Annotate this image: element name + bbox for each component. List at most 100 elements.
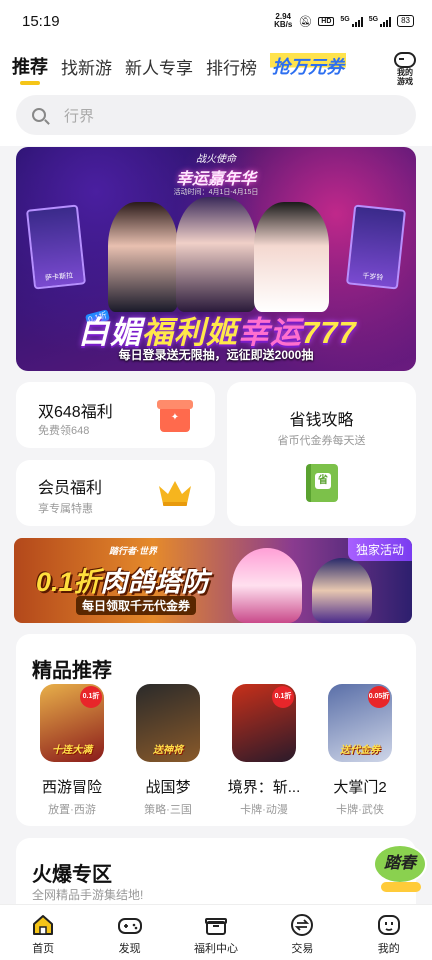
top-tabs: 推荐 找新游 新人专享 排行榜 抢万元券 我的 游戏 (0, 42, 432, 90)
tab-ranking[interactable]: 排行榜 (206, 54, 257, 79)
home-icon (3, 913, 83, 937)
featured-heading: 精品推荐 (32, 660, 112, 682)
gamepad-icon (90, 913, 170, 937)
my-games-label-2: 游戏 (397, 77, 413, 86)
hd-icon: HD (318, 16, 335, 26)
ad-title-a: 0.1折 (36, 567, 101, 597)
game-name: 大掌门2 (333, 779, 387, 796)
ad-character-1 (232, 548, 302, 623)
my-games-label-1: 我的 (397, 68, 413, 77)
game-category: 放置·西游 (48, 804, 96, 816)
spring-float-button[interactable]: 踏春 (373, 844, 429, 892)
ad-title-b: 肉鸽塔防 (100, 567, 209, 597)
book-glyph: 省 (315, 473, 331, 489)
tile-double648[interactable]: 双648福利 免费领648 (16, 382, 215, 448)
book-icon: 省 (306, 464, 338, 502)
banner-character-3 (254, 202, 329, 312)
banner-caption: 每日登录送无限抽，远征即送2000抽 (118, 348, 314, 362)
game-discount-tag: 0.1折 (272, 686, 294, 708)
tile-saving-title: 省钱攻略 (289, 412, 354, 429)
ad-character-2 (312, 558, 372, 623)
game-item[interactable]: 0.1折 境界：斩... 卡牌·动漫 (224, 684, 304, 817)
hot-heading: 火爆专区 (32, 864, 112, 886)
profile-icon (349, 913, 429, 937)
tabbar-me-label: 我的 (377, 943, 400, 955)
game-icon: 送神将 (136, 684, 200, 762)
status-bar: 15:19 2.94 KB/s 🔕︎ HD 5G 5G 83 (0, 0, 432, 42)
game-item[interactable]: 0.1折 十连大满 西游冒险 放置·西游 (32, 684, 112, 817)
game-discount-tag: 0.05折 (368, 686, 390, 708)
game-band: 十连大满 (52, 745, 92, 756)
tile-saving-guide[interactable]: 省钱攻略 省币代金券每天送 省 (227, 382, 416, 526)
tile-member[interactable]: 会员福利 享专属特惠 (16, 460, 215, 526)
tabbar-discover-label: 发现 (118, 943, 141, 955)
tile-member-sub: 享专属特惠 (38, 503, 93, 515)
banner-character-2 (176, 197, 256, 312)
status-icons: 2.94 KB/s 🔕︎ HD 5G 5G 83 (274, 13, 414, 29)
game-category: 卡牌·动漫 (240, 804, 288, 816)
tabbar-home-label: 首页 (32, 943, 55, 955)
banner-card-right: 千岁铃 (345, 204, 407, 290)
gift-box-icon (176, 913, 256, 937)
featured-section: 精品推荐 0.1折 十连大满 西游冒险 放置·西游 送神将 战国梦 策略·三国 … (16, 634, 416, 826)
battery-icon: 83 (397, 15, 414, 27)
search-input[interactable]: 行界 (16, 95, 416, 135)
my-games-button[interactable]: 我的 游戏 (390, 52, 420, 86)
banner-card-right-name: 千岁铃 (362, 272, 384, 282)
banner-card-left: 萨卡斯拉 (25, 204, 87, 290)
tabbar-me[interactable]: 我的 (349, 905, 429, 960)
tab-newcomer[interactable]: 新人专享 (125, 54, 193, 79)
exclusive-ad-banner[interactable]: 踏行者·世界 0.1折肉鸽塔防 每日领取千元代金券 独家活动 (14, 538, 412, 623)
signal-icon-2: 5G (368, 15, 392, 27)
game-item[interactable]: 送神将 战国梦 策略·三国 (128, 684, 208, 817)
net1-label: 5G (340, 15, 350, 23)
tabbar-trade[interactable]: 交易 (262, 905, 342, 960)
banner-title-c: 幸运 (238, 315, 302, 350)
hot-sub: 全网精品手游集结地! (32, 888, 144, 902)
tile-double648-sub: 免费领648 (38, 425, 90, 437)
exchange-icon (262, 913, 342, 937)
tile-saving-sub: 省币代金券每天送 (277, 435, 366, 447)
status-time: 15:19 (22, 12, 60, 30)
banner-event-date: 活动时间：4月1日-4月15日 (173, 189, 259, 196)
game-icon: 0.1折 十连大满 (40, 684, 104, 762)
tile-member-title: 会员福利 (38, 480, 103, 497)
mute-icon: 🔕︎ (298, 15, 313, 28)
ad-subtitle: 每日领取千元代金券 (76, 596, 197, 615)
signal-icon-1: 5G (340, 15, 363, 27)
gamepad-icon (394, 52, 416, 68)
net-speed: 2.94 KB/s (274, 13, 292, 29)
game-name: 战国梦 (145, 779, 191, 796)
game-name: 境界：斩... (227, 779, 301, 796)
banner-character-1 (108, 202, 178, 312)
game-icon: 0.1折 (232, 684, 296, 762)
game-band: 送代金券 (340, 745, 380, 756)
float-label: 踏春 (373, 844, 427, 884)
game-item[interactable]: 0.05折 送代金券 大掌门2 卡牌·武侠 (320, 684, 400, 817)
bottom-tab-bar: 首页 发现 福利中心 交易 我的 (0, 904, 432, 960)
ad-game-name: 踏行者·世界 (109, 546, 157, 556)
tabbar-trade-label: 交易 (291, 943, 314, 955)
game-category: 卡牌·武侠 (336, 804, 384, 816)
game-icon: 0.05折 送代金券 (328, 684, 392, 762)
banner-title-b: 福利姬 (142, 315, 238, 350)
hero-banner[interactable]: 战火使命 幸运嘉年华 活动时间：4月1日-4月15日 萨卡斯拉 千岁铃 0.1折… (16, 147, 416, 371)
exclusive-badge: 独家活动 (347, 538, 412, 561)
net-speed-unit: KB/s (274, 20, 293, 29)
flower-icon (381, 882, 421, 892)
tabbar-welfare-label: 福利中心 (193, 943, 238, 955)
ad-title: 0.1折肉鸽塔防 (36, 560, 209, 599)
game-name: 西游冒险 (41, 779, 102, 796)
banner-card-left-name: 萨卡斯拉 (44, 272, 74, 283)
gift-icon (157, 400, 193, 432)
tabbar-home[interactable]: 首页 (3, 905, 83, 960)
tab-new-games[interactable]: 找新游 (61, 54, 112, 79)
net2-label: 5G (368, 15, 379, 23)
tab-promo-coupons[interactable]: 抢万元券 (270, 53, 346, 79)
search-area: 行界 (0, 90, 432, 146)
tabbar-discover[interactable]: 发现 (90, 905, 170, 960)
tab-recommend[interactable]: 推荐 (12, 53, 48, 85)
banner-title-a: 白媚 (78, 315, 142, 350)
game-band: 送神将 (153, 745, 183, 756)
tabbar-welfare[interactable]: 福利中心 (176, 905, 256, 960)
